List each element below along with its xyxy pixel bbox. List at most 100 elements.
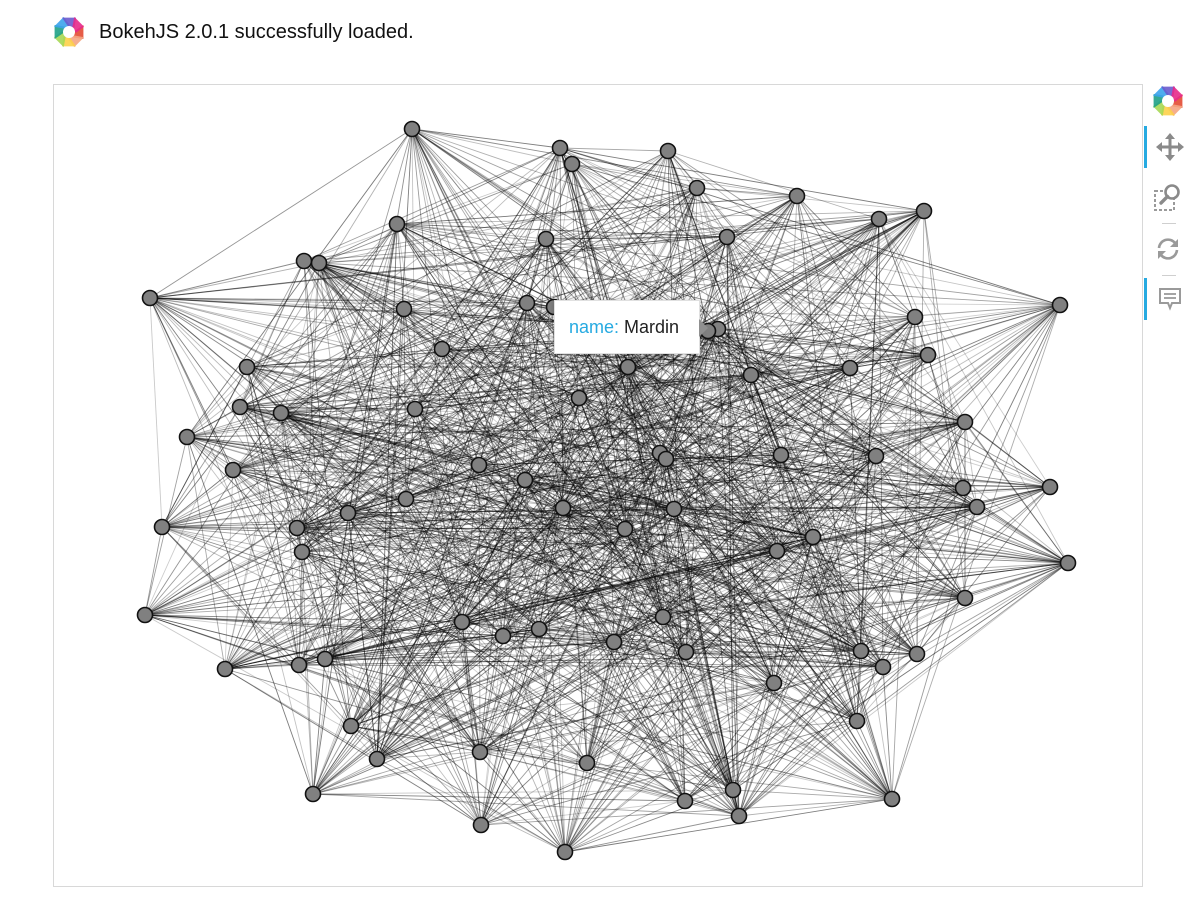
tooltip-key: name:	[569, 316, 620, 337]
graph-node[interactable]	[293, 543, 311, 561]
graph-node[interactable]	[224, 461, 242, 479]
graph-node[interactable]	[556, 843, 574, 861]
network-graph-plot[interactable]	[53, 84, 1143, 887]
graph-edge	[303, 147, 561, 262]
graph-node[interactable]	[956, 589, 974, 607]
graph-node[interactable]	[657, 450, 675, 468]
graph-node[interactable]	[272, 404, 290, 422]
graph-node[interactable]	[231, 398, 249, 416]
graph-node[interactable]	[1059, 554, 1077, 572]
graph-node[interactable]	[433, 340, 451, 358]
graph-node[interactable]	[554, 499, 572, 517]
graph-node[interactable]	[616, 520, 634, 538]
graph-node[interactable]	[852, 642, 870, 660]
graph-node[interactable]	[742, 366, 760, 384]
bokeh-logo-icon	[53, 16, 85, 48]
reset-icon	[1157, 238, 1179, 260]
pan-tool[interactable]	[1144, 126, 1192, 168]
graph-node[interactable]	[654, 608, 672, 626]
graph-node[interactable]	[178, 428, 196, 446]
graph-node[interactable]	[848, 712, 866, 730]
graph-node[interactable]	[619, 358, 637, 376]
graph-node[interactable]	[788, 187, 806, 205]
graph-node[interactable]	[908, 645, 926, 663]
bokeh-load-banner: BokehJS 2.0.1 successfully loaded.	[52, 14, 414, 50]
graph-node[interactable]	[841, 359, 859, 377]
graph-node[interactable]	[395, 300, 413, 318]
graph-node[interactable]	[1041, 478, 1059, 496]
graph-node[interactable]	[718, 228, 736, 246]
graph-node[interactable]	[472, 816, 490, 834]
graph-node[interactable]	[406, 400, 424, 418]
graph-node[interactable]	[676, 792, 694, 810]
reset-tool[interactable]	[1144, 228, 1192, 270]
graph-node[interactable]	[665, 500, 683, 518]
graph-node[interactable]	[516, 471, 534, 489]
tooltip-arrow	[699, 319, 708, 337]
graph-node[interactable]	[153, 518, 171, 536]
graph-node[interactable]	[1051, 296, 1069, 314]
graph-node[interactable]	[397, 490, 415, 508]
graph-node[interactable]	[316, 650, 334, 668]
graph-node[interactable]	[804, 528, 822, 546]
graph-node[interactable]	[290, 656, 308, 674]
pan-arrows-icon	[1155, 133, 1184, 161]
graph-node[interactable]	[238, 358, 256, 376]
graph-node[interactable]	[368, 750, 386, 768]
graph-node[interactable]	[915, 202, 933, 220]
hover-tool[interactable]	[1144, 278, 1192, 320]
graph-node[interactable]	[954, 479, 972, 497]
graph-node[interactable]	[772, 446, 790, 464]
graph-node[interactable]	[765, 674, 783, 692]
graph-node[interactable]	[339, 504, 357, 522]
graph-node[interactable]	[870, 210, 888, 228]
graph-node[interactable]	[518, 294, 536, 312]
bokeh-logo-icon[interactable]	[1151, 84, 1185, 118]
graph-node[interactable]	[453, 613, 471, 631]
graph-edge	[564, 815, 740, 853]
graph-node[interactable]	[141, 289, 159, 307]
graph-node[interactable]	[724, 781, 742, 799]
graph-node[interactable]	[874, 658, 892, 676]
graph-node[interactable]	[605, 633, 623, 651]
graph-node[interactable]	[288, 519, 306, 537]
graph-node[interactable]	[956, 413, 974, 431]
graph-node[interactable]	[530, 620, 548, 638]
graph-node[interactable]	[403, 120, 421, 138]
graph-node[interactable]	[295, 252, 313, 270]
graph-node[interactable]	[570, 389, 588, 407]
toolbar-logo[interactable]	[1144, 80, 1192, 122]
graph-node[interactable]	[968, 498, 986, 516]
graph-node[interactable]	[659, 142, 677, 160]
graph-node[interactable]	[471, 743, 489, 761]
graph-node[interactable]	[677, 643, 695, 661]
tooltip-value: Mardin	[624, 316, 680, 337]
graph-node[interactable]	[768, 542, 786, 560]
graph-edge	[559, 147, 925, 212]
graph-edges	[144, 128, 1069, 853]
graph-node[interactable]	[494, 627, 512, 645]
graph-node[interactable]	[730, 807, 748, 825]
graph-node[interactable]	[342, 717, 360, 735]
graph-node[interactable]	[304, 785, 322, 803]
graph-edge	[964, 421, 1051, 488]
graph-node[interactable]	[216, 660, 234, 678]
graph-node[interactable]	[136, 606, 154, 624]
graph-node[interactable]	[470, 456, 488, 474]
graph-node[interactable]	[388, 215, 406, 233]
graph-edge	[411, 128, 798, 197]
toolbar-separator	[1162, 223, 1176, 224]
graph-node[interactable]	[578, 754, 596, 772]
graph-node[interactable]	[310, 254, 328, 272]
graph-node[interactable]	[551, 139, 569, 157]
graph-node[interactable]	[883, 790, 901, 808]
box-zoom-tool[interactable]	[1144, 176, 1192, 218]
box-zoom-icon	[1154, 184, 1180, 211]
graph-node[interactable]	[919, 346, 937, 364]
graph-node[interactable]	[537, 230, 555, 248]
graph-node[interactable]	[688, 179, 706, 197]
graph-node[interactable]	[906, 308, 924, 326]
network-graph-canvas[interactable]	[54, 85, 1143, 887]
graph-node[interactable]	[867, 447, 885, 465]
graph-node[interactable]	[563, 155, 581, 173]
